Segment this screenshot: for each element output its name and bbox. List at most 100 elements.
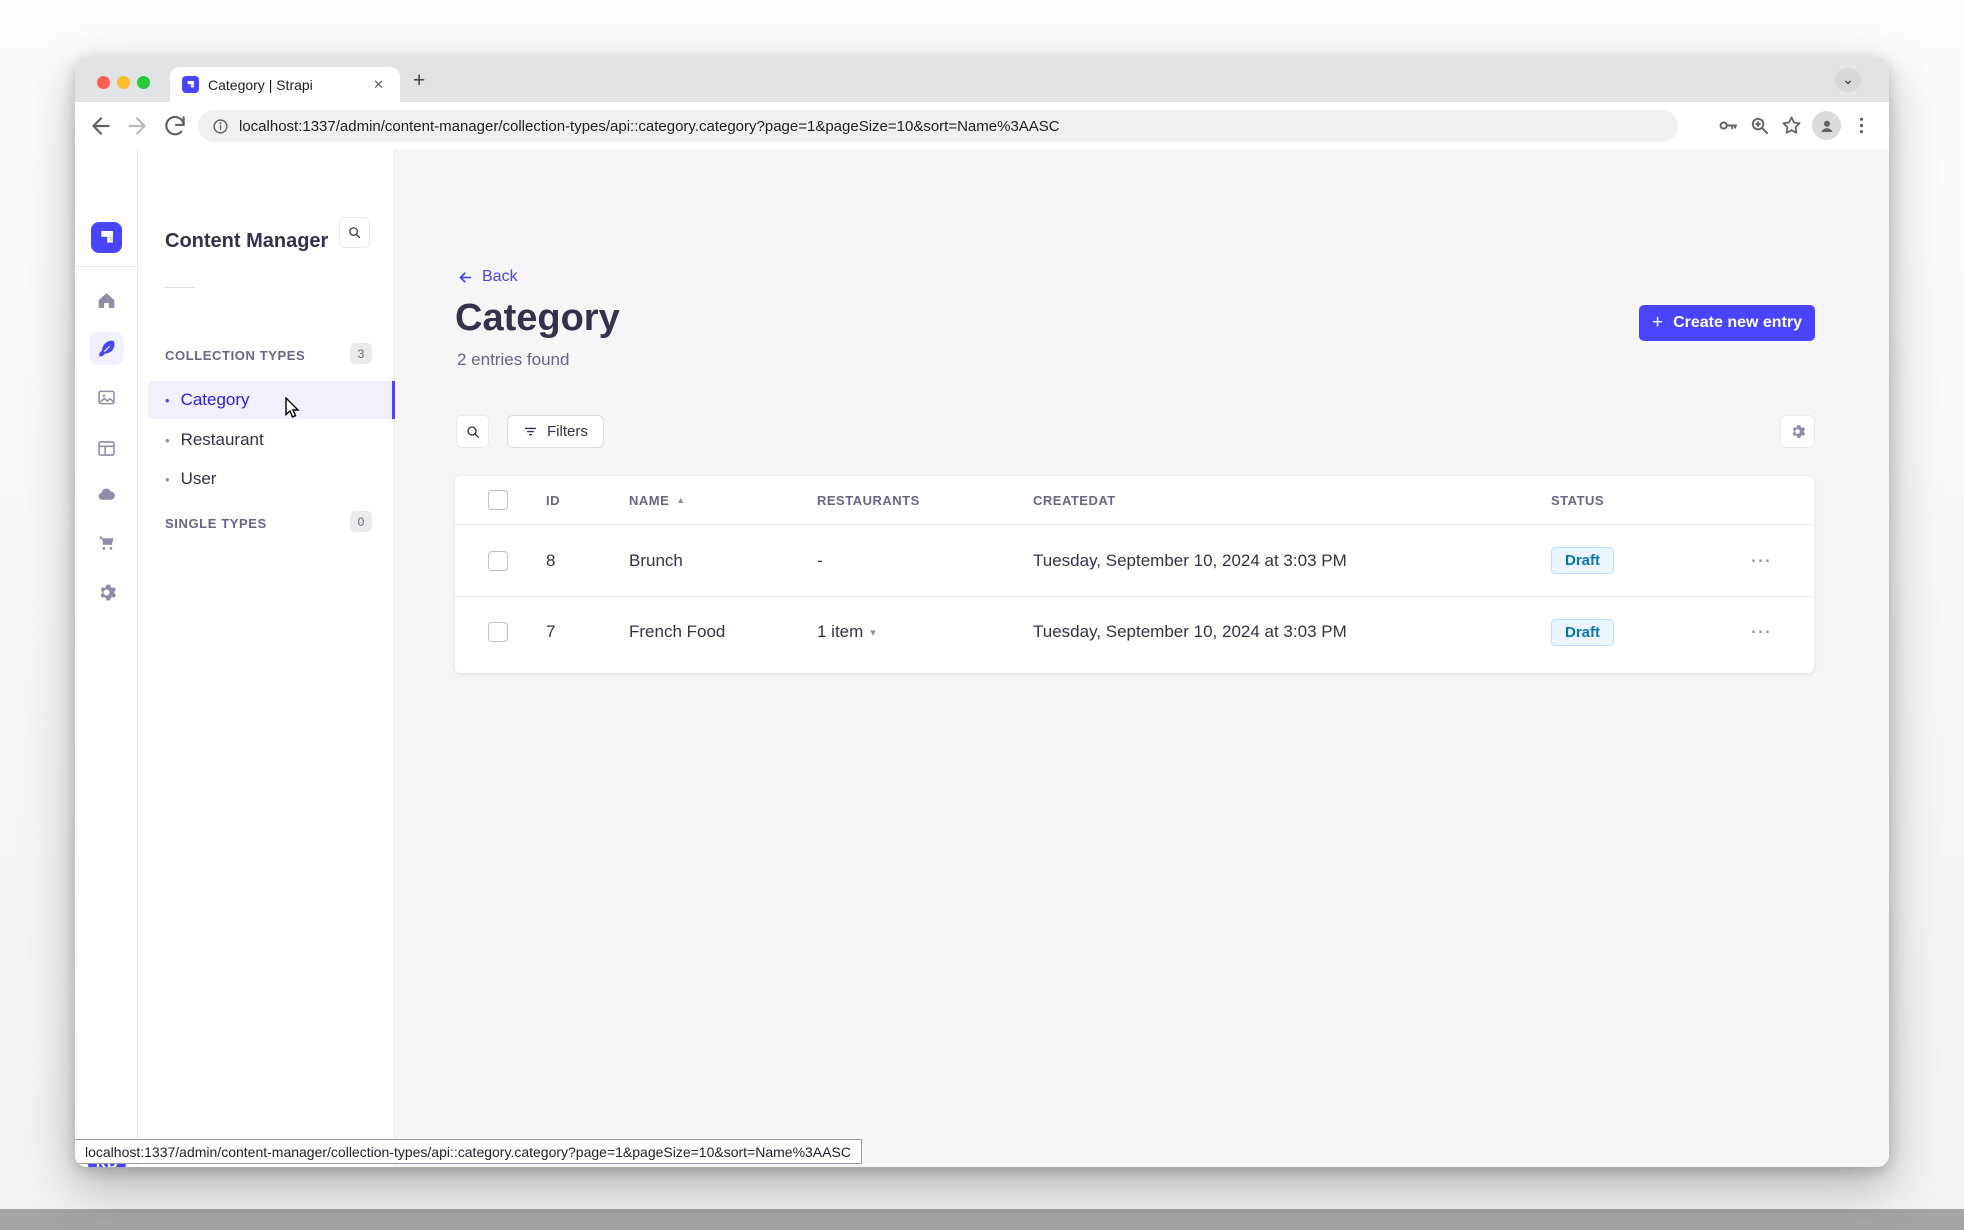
bullet-icon: • [165,392,170,408]
single-types-count-badge: 0 [350,511,372,532]
main-content: Back Category 2 entries found + Create n… [395,149,1889,1167]
column-header-createdat[interactable]: CREATEDAT [1033,493,1551,508]
cell-id: 7 [546,622,556,641]
cell-name: French Food [629,622,726,641]
plus-icon: + [1651,312,1664,333]
row-checkbox[interactable] [488,550,508,571]
mouse-cursor [285,397,300,418]
create-new-entry-label: Create new entry [1673,314,1803,331]
rail-divider [75,266,138,267]
browser-tab[interactable]: Category | Strapi ✕ [170,67,400,102]
main-nav-rail: KD [75,149,138,1167]
password-key-icon[interactable] [1716,114,1739,137]
browser-profile-avatar[interactable] [1812,111,1841,140]
cell-restaurants-dropdown[interactable]: 1 item ▾ [817,622,1033,642]
filter-icon [524,427,537,436]
close-window-button[interactable] [97,76,110,89]
column-header-restaurants[interactable]: RESTAURANTS [817,493,1033,508]
back-link[interactable]: Back [457,268,518,286]
sidebar-search-button[interactable] [339,217,370,248]
tab-search-chevron-icon[interactable]: ⌄ [1835,68,1861,92]
desktop-dock-band [0,1209,1964,1230]
status-badge: Draft [1551,618,1615,646]
column-header-name-label: NAME [629,492,670,508]
new-tab-button[interactable]: + [413,70,425,91]
sidebar-item-restaurant[interactable]: • Restaurant [148,421,395,459]
back-arrow-icon [459,271,472,283]
page-title: Category [455,297,620,339]
toolbar-right-icons [1716,102,1889,149]
media-library-icon [98,390,115,405]
column-header-status[interactable]: STATUS [1551,493,1750,508]
sidebar-item-category[interactable]: • Category [148,381,395,419]
chevron-down-icon: ▾ [870,626,876,639]
table-search-button[interactable] [456,415,489,448]
row-actions-icon[interactable]: ⋯ [1750,550,1772,571]
cell-restaurants: - [817,550,823,570]
collection-types-count-badge: 3 [350,343,372,364]
sort-ascending-icon: ▲ [676,495,686,505]
sidebar-item-label: User [180,469,217,488]
search-icon [349,227,361,239]
nav-settings-button[interactable] [90,576,123,609]
column-header-id[interactable]: ID [546,493,629,508]
table-row[interactable]: 8 Brunch - Tuesday, September 10, 2024 a… [455,525,1814,596]
sidebar-title: Content Manager [165,230,329,252]
nav-media-library-button[interactable] [90,381,123,414]
site-info-icon[interactable] [212,118,229,135]
gear-icon [1792,425,1806,438]
cell-id: 8 [546,550,556,570]
feather-pen-icon [99,340,115,357]
column-header-name[interactable]: NAME ▲ [629,493,817,508]
strapi-admin-app: KD Content Manager COLLECTION TYPES 3 • … [75,149,1889,1167]
nav-content-type-builder-button[interactable] [90,432,123,465]
url-bar[interactable]: localhost:1337/admin/content-manager/col… [198,110,1678,142]
table-row[interactable]: 7 French Food 1 item ▾ Tuesday, Septembe… [455,596,1814,667]
bullet-icon: • [165,471,170,487]
sidebar-item-user[interactable]: • User [148,460,395,498]
cell-createdat: Tuesday, September 10, 2024 at 3:03 PM [1033,622,1347,641]
zoom-icon[interactable] [1748,114,1771,137]
sidebar-item-label: Category [180,390,250,409]
browser-menu-dots-icon[interactable] [1850,114,1873,137]
row-actions-icon[interactable]: ⋯ [1750,621,1772,642]
forward-icon[interactable] [124,113,150,139]
strapi-logo[interactable] [91,222,122,253]
back-label: Back [482,268,518,285]
zoom-window-button[interactable] [137,76,150,89]
nav-home-button[interactable] [90,284,123,317]
reload-icon[interactable] [162,113,188,139]
nav-deploy-cloud-button[interactable] [90,478,123,511]
filters-button[interactable]: Filters [507,415,604,448]
strapi-favicon-icon [182,76,199,93]
nav-content-manager-button[interactable] [90,332,123,365]
create-new-entry-button[interactable]: + Create new entry [1639,305,1815,341]
bullet-icon: • [165,432,170,448]
browser-window: Category | Strapi ✕ + ⌄ localhost:1337/a… [75,57,1889,1167]
filters-label: Filters [547,423,588,440]
link-status-bar: localhost:1337/admin/content-manager/col… [75,1139,862,1164]
home-icon [98,293,115,308]
collection-types-heading: COLLECTION TYPES [165,348,306,363]
select-all-checkbox[interactable] [488,490,508,510]
entries-count: 2 entries found [457,350,570,369]
tab-close-icon[interactable]: ✕ [369,75,388,95]
view-settings-button[interactable] [1780,415,1815,448]
sidebar-divider [165,287,195,288]
minimize-window-button[interactable] [117,76,130,89]
back-icon[interactable] [88,113,114,139]
status-badge: Draft [1551,547,1615,574]
browser-tab-strip: Category | Strapi ✕ + ⌄ [75,57,1889,102]
shopping-cart-icon [99,536,114,550]
url-text[interactable]: localhost:1337/admin/content-manager/col… [239,118,1060,135]
table-header-row: ID NAME ▲ RESTAURANTS CREATEDAT STATUS [455,476,1814,525]
layout-icon [98,441,115,456]
search-icon [466,425,479,438]
bookmark-star-icon[interactable] [1780,114,1803,137]
nav-marketplace-button[interactable] [90,527,123,560]
cell-createdat: Tuesday, September 10, 2024 at 3:03 PM [1033,550,1347,570]
row-checkbox[interactable] [488,622,508,642]
cell-name: Brunch [629,550,683,570]
sidebar-item-label: Restaurant [180,430,264,449]
content-manager-sidebar: Content Manager COLLECTION TYPES 3 • Cat… [138,149,395,1167]
